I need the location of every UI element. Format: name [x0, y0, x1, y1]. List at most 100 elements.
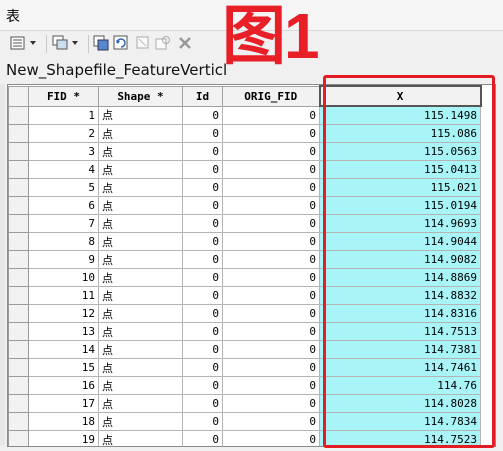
delete-selected-icon[interactable] [176, 34, 194, 52]
cell-orig-fid[interactable]: 0 [222, 178, 320, 197]
cell-id[interactable]: 0 [182, 376, 223, 395]
cell-fid[interactable]: 10 [28, 268, 99, 287]
row-selector[interactable] [8, 160, 29, 179]
cell-orig-fid[interactable]: 0 [222, 358, 320, 377]
related-tables-icon[interactable] [50, 34, 84, 52]
cell-shape[interactable]: 点 [98, 430, 183, 446]
cell-id[interactable]: 0 [182, 124, 223, 143]
cell-id[interactable]: 0 [182, 105, 223, 125]
cell-shape[interactable]: 点 [98, 322, 183, 341]
cell-id[interactable]: 0 [182, 232, 223, 251]
switch-selection-icon[interactable] [112, 34, 130, 52]
cell-orig-fid[interactable]: 0 [222, 250, 320, 269]
cell-orig-fid[interactable]: 0 [222, 105, 320, 125]
cell-id[interactable]: 0 [182, 142, 223, 161]
cell-x[interactable]: 114.8028 [319, 394, 481, 413]
cell-fid[interactable]: 5 [28, 178, 99, 197]
cell-shape[interactable]: 点 [98, 340, 183, 359]
row-selector[interactable] [8, 124, 29, 143]
clear-selection-icon[interactable] [134, 34, 152, 52]
cell-orig-fid[interactable]: 0 [222, 214, 320, 233]
cell-x[interactable]: 114.9082 [319, 250, 481, 269]
cell-x[interactable]: 114.8869 [319, 268, 481, 287]
cell-x[interactable]: 115.021 [319, 178, 481, 197]
cell-shape[interactable]: 点 [98, 358, 183, 377]
table-row[interactable]: 13 点 0 0 114.7513 [8, 322, 481, 341]
cell-orig-fid[interactable]: 0 [222, 124, 320, 143]
table-row[interactable]: 8 点 0 0 114.9044 [8, 232, 481, 251]
cell-x[interactable]: 114.7834 [319, 412, 481, 431]
row-selector[interactable] [8, 304, 29, 323]
row-selector[interactable] [8, 376, 29, 395]
table-row[interactable]: 14 点 0 0 114.7381 [8, 340, 481, 359]
cell-fid[interactable]: 18 [28, 412, 99, 431]
cell-fid[interactable]: 15 [28, 358, 99, 377]
cell-fid[interactable]: 8 [28, 232, 99, 251]
cell-id[interactable]: 0 [182, 358, 223, 377]
table-row[interactable]: 12 点 0 0 114.8316 [8, 304, 481, 323]
cell-fid[interactable]: 12 [28, 304, 99, 323]
cell-id[interactable]: 0 [182, 322, 223, 341]
cell-shape[interactable]: 点 [98, 304, 183, 323]
cell-id[interactable]: 0 [182, 304, 223, 323]
cell-shape[interactable]: 点 [98, 376, 183, 395]
cell-x[interactable]: 114.8832 [319, 286, 481, 305]
cell-x[interactable]: 114.76 [319, 376, 481, 395]
cell-id[interactable]: 0 [182, 160, 223, 179]
row-selector[interactable] [8, 178, 29, 197]
cell-id[interactable]: 0 [182, 340, 223, 359]
cell-x[interactable]: 114.7461 [319, 358, 481, 377]
cell-fid[interactable]: 9 [28, 250, 99, 269]
table-row[interactable]: 4 点 0 0 115.0413 [8, 160, 481, 179]
table-row[interactable]: 10 点 0 0 114.8869 [8, 268, 481, 287]
cell-fid[interactable]: 4 [28, 160, 99, 179]
cell-fid[interactable]: 16 [28, 376, 99, 395]
row-selector[interactable] [8, 268, 29, 287]
row-selector[interactable] [8, 232, 29, 251]
cell-fid[interactable]: 2 [28, 124, 99, 143]
cell-orig-fid[interactable]: 0 [222, 232, 320, 251]
cell-id[interactable]: 0 [182, 196, 223, 215]
row-selector[interactable] [8, 394, 29, 413]
row-selector[interactable] [8, 322, 29, 341]
attribute-table-grid[interactable]: FID * Shape * Id ORIG_FID X 1 点 0 0 115.1498… [7, 84, 496, 447]
cell-orig-fid[interactable]: 0 [222, 304, 320, 323]
table-row[interactable]: 6 点 0 0 115.0194 [8, 196, 481, 215]
table-row[interactable]: 5 点 0 0 115.021 [8, 178, 481, 197]
cell-x[interactable]: 115.086 [319, 124, 481, 143]
table-row[interactable]: 15 点 0 0 114.7461 [8, 358, 481, 377]
cell-shape[interactable]: 点 [98, 268, 183, 287]
row-selector[interactable] [8, 214, 29, 233]
cell-shape[interactable]: 点 [98, 142, 183, 161]
table-row[interactable]: 11 点 0 0 114.8832 [8, 286, 481, 305]
cell-x[interactable]: 115.0413 [319, 160, 481, 179]
table-row[interactable]: 19 点 0 0 114.7523 [8, 430, 481, 446]
cell-shape[interactable]: 点 [98, 394, 183, 413]
cell-fid[interactable]: 6 [28, 196, 99, 215]
row-selector[interactable] [8, 105, 29, 125]
cell-x[interactable]: 115.0563 [319, 142, 481, 161]
cell-fid[interactable]: 1 [28, 105, 99, 125]
cell-orig-fid[interactable]: 0 [222, 286, 320, 305]
cell-id[interactable]: 0 [182, 214, 223, 233]
cell-x[interactable]: 114.7523 [319, 430, 481, 446]
cell-id[interactable]: 0 [182, 250, 223, 269]
column-header-x[interactable]: X [318, 85, 482, 107]
cell-id[interactable]: 0 [182, 178, 223, 197]
table-tab-name[interactable]: New_Shapefile_FeatureVerticl [6, 61, 227, 79]
row-selector[interactable] [8, 358, 29, 377]
table-row[interactable]: 16 点 0 0 114.76 [8, 376, 481, 395]
table-row[interactable]: 18 点 0 0 114.7834 [8, 412, 481, 431]
cell-x[interactable]: 114.9044 [319, 232, 481, 251]
cell-id[interactable]: 0 [182, 430, 223, 446]
table-row[interactable]: 1 点 0 0 115.1498 [8, 105, 481, 125]
cell-shape[interactable]: 点 [98, 160, 183, 179]
cell-fid[interactable]: 17 [28, 394, 99, 413]
column-header-shape[interactable]: Shape * [98, 85, 183, 107]
cell-shape[interactable]: 点 [98, 105, 183, 125]
cell-orig-fid[interactable]: 0 [222, 160, 320, 179]
cell-orig-fid[interactable]: 0 [222, 322, 320, 341]
cell-fid[interactable]: 3 [28, 142, 99, 161]
cell-fid[interactable]: 19 [28, 430, 99, 446]
row-selector[interactable] [8, 250, 29, 269]
